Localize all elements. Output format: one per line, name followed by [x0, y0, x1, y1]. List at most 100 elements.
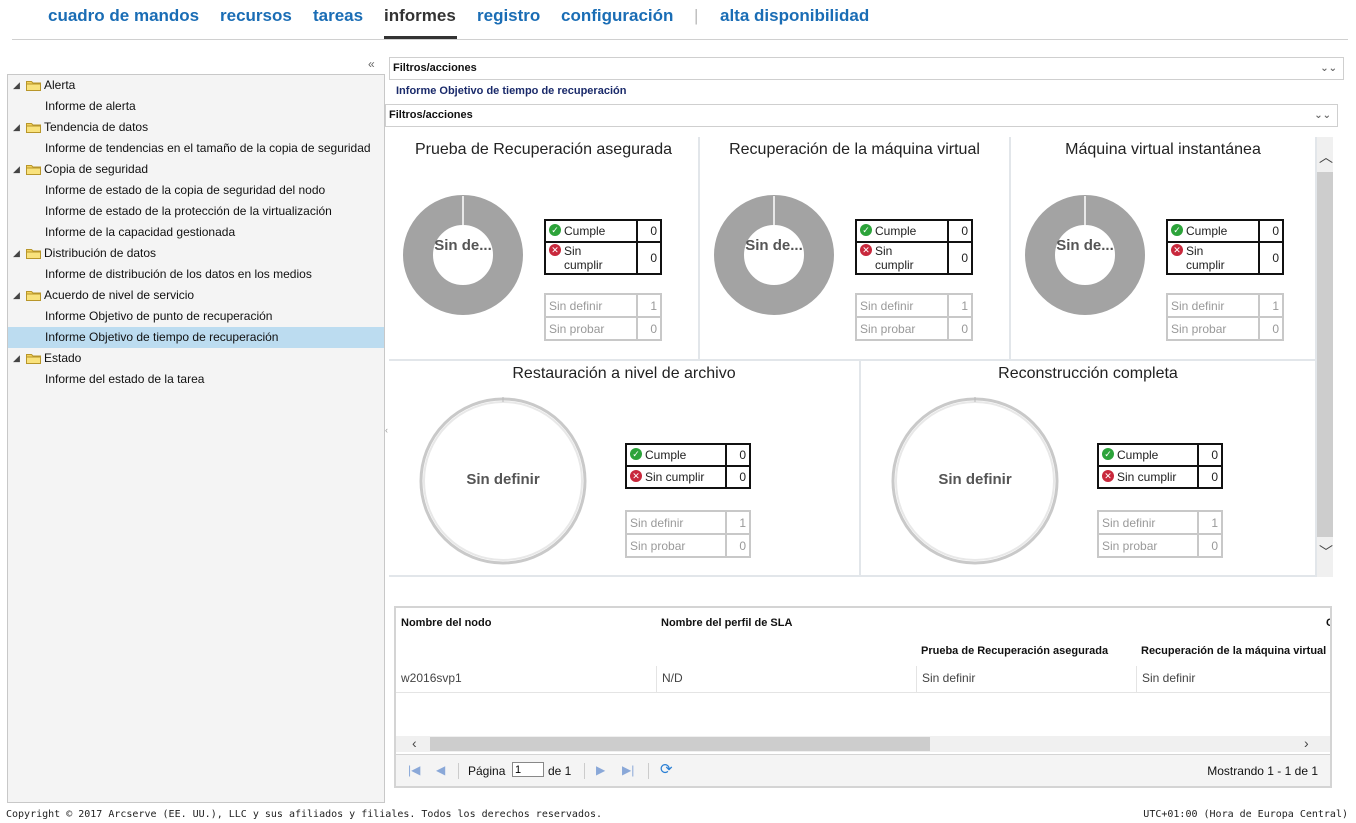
undefined-untested-table: Sin definir 1 Sin probar 0 [1097, 510, 1223, 558]
prev-page-icon[interactable]: ◀ [436, 763, 445, 777]
sin-probar-count: 0 [1197, 533, 1223, 558]
next-page-icon[interactable]: ▶ [596, 763, 605, 777]
row-sin-cumplir[interactable]: ✕ Sin cumplir 0 [625, 465, 751, 489]
nav-reports[interactable]: informes [384, 6, 456, 26]
cross-icon: ✕ [1102, 470, 1114, 482]
scroll-thumb[interactable] [1317, 172, 1333, 537]
tree-folder-node[interactable]: ◢ Alerta [8, 75, 384, 96]
row-sin-probar[interactable]: Sin probar 0 [855, 316, 973, 341]
cumple-count: 0 [636, 219, 662, 243]
column-header-vm-recovery[interactable]: Recuperación de la máquina virtual [1141, 645, 1326, 657]
column-header-sla-profile[interactable]: Nombre del perfil de SLA [661, 617, 792, 629]
horizontal-scroll-thumb[interactable] [430, 737, 930, 751]
sin-definir-label: Sin definir [855, 293, 949, 318]
nav-separator: | [694, 6, 699, 25]
cumple-label: Cumple [645, 448, 687, 462]
page-number-input[interactable] [512, 762, 544, 777]
scroll-up-icon[interactable]: ︿ [1319, 147, 1333, 167]
row-sin-cumplir[interactable]: ✕ Sin cumplir 0 [544, 241, 662, 275]
tree-label: Informe de alerta [45, 99, 136, 113]
row-sin-probar[interactable]: Sin probar 0 [1166, 316, 1284, 341]
expand-arrow-icon[interactable]: ◢ [13, 348, 20, 369]
row-sin-definir[interactable]: Sin definir 1 [1097, 510, 1223, 535]
cumple-count: 0 [1258, 219, 1284, 243]
rto-results-grid: Nombre del nodo Nombre del perfil de SLA… [394, 606, 1332, 788]
row-sin-definir[interactable]: Sin definir 1 [1166, 293, 1284, 318]
charts-vertical-scrollbar[interactable]: ︿ ﹀ [1317, 137, 1333, 577]
tree-report-item[interactable]: Informe de estado de la protección de la… [8, 201, 384, 222]
scroll-left-icon[interactable]: ‹ [412, 735, 417, 751]
rto-charts-area: Prueba de Recuperación asegurada Sin de..… [389, 137, 1317, 577]
column-header-truncated[interactable]: C [1326, 617, 1330, 629]
column-divider [916, 666, 917, 692]
nav-resources[interactable]: recursos [220, 6, 292, 26]
expand-arrow-icon[interactable]: ◢ [13, 117, 20, 138]
pager-separator [584, 763, 585, 779]
column-header-node[interactable]: Nombre del nodo [401, 617, 491, 629]
row-cumple[interactable]: ✓ Cumple 0 [544, 219, 662, 243]
tree-report-item[interactable]: Informe del estado de la tarea [8, 369, 384, 390]
tree-folder-node[interactable]: ◢ Acuerdo de nivel de servicio [8, 285, 384, 306]
inner-filters-bar[interactable]: Filtros/acciones ⌄⌄ [385, 104, 1338, 127]
ring-center-label: Sin de... [434, 237, 492, 254]
pager-separator [648, 763, 649, 779]
compliance-table: ✓ Cumple 0 ✕ Sin cumplir 0 [625, 443, 751, 489]
row-cumple[interactable]: ✓ Cumple 0 [625, 443, 751, 467]
row-sin-cumplir[interactable]: ✕ Sin cumplir 0 [1097, 465, 1223, 489]
status-ring-chart[interactable] [1023, 193, 1147, 317]
tree-folder-node[interactable]: ◢ Estado [8, 348, 384, 369]
sin-probar-label: Sin probar [1097, 533, 1199, 558]
row-sin-cumplir[interactable]: ✕ Sin cumplir 0 [1166, 241, 1284, 275]
row-cumple[interactable]: ✓ Cumple 0 [855, 219, 973, 243]
tree-report-item[interactable]: Informe de la capacidad gestionada [8, 222, 384, 243]
refresh-icon[interactable]: ⟳ [660, 760, 673, 778]
scroll-down-icon[interactable]: ﹀ [1319, 542, 1333, 562]
status-ring-chart[interactable] [712, 193, 836, 317]
tree-label: Estado [44, 351, 82, 365]
nav-jobs[interactable]: tareas [313, 6, 363, 26]
tree-report-item[interactable]: Informe de tendencias en el tamaño de la… [8, 138, 384, 159]
collapse-sidebar-icon[interactable]: « [368, 58, 380, 70]
pager-separator [458, 763, 459, 779]
expand-arrow-icon[interactable]: ◢ [13, 243, 20, 264]
row-sin-probar[interactable]: Sin probar 0 [625, 533, 751, 558]
column-header-assured-recovery[interactable]: Prueba de Recuperación asegurada [921, 645, 1108, 657]
row-sin-probar[interactable]: Sin probar 0 [1097, 533, 1223, 558]
expand-filters-icon[interactable]: ⌄⌄ [1320, 58, 1337, 79]
panel-title: Recuperación de la máquina virtual [729, 141, 980, 158]
row-cumple[interactable]: ✓ Cumple 0 [1166, 219, 1284, 243]
sin-cumplir-label: Sin cumplir [564, 244, 603, 272]
expand-arrow-icon[interactable]: ◢ [13, 159, 20, 180]
tree-report-item[interactable]: Informe de estado de la copia de segurid… [8, 180, 384, 201]
nav-dashboard[interactable]: cuadro de mandos [48, 6, 199, 26]
cumple-count: 0 [725, 443, 751, 467]
scroll-right-icon[interactable]: › [1304, 735, 1309, 751]
tree-label: Informe de estado de la protección de la… [45, 204, 332, 218]
tree-report-item[interactable]: Informe Objetivo de punto de recuperació… [8, 306, 384, 327]
first-page-icon[interactable]: |◀ [408, 763, 420, 777]
last-page-icon[interactable]: ▶| [622, 763, 634, 777]
tree-report-item[interactable]: Informe Objetivo de tiempo de recuperaci… [8, 327, 384, 348]
row-sin-definir[interactable]: Sin definir 1 [625, 510, 751, 535]
status-ring-chart[interactable] [401, 193, 525, 317]
nav-settings[interactable]: configuración [561, 6, 673, 26]
row-sin-probar[interactable]: Sin probar 0 [544, 316, 662, 341]
row-sin-definir[interactable]: Sin definir 1 [544, 293, 662, 318]
nav-high-availability[interactable]: alta disponibilidad [720, 6, 869, 26]
tree-folder-node[interactable]: ◢ Copia de seguridad [8, 159, 384, 180]
row-sin-cumplir[interactable]: ✕ Sin cumplir 0 [855, 241, 973, 275]
tree-report-item[interactable]: Informe de alerta [8, 96, 384, 117]
outer-filters-bar[interactable]: Filtros/acciones ⌄⌄ [389, 57, 1344, 80]
nav-log[interactable]: registro [477, 6, 540, 26]
expand-arrow-icon[interactable]: ◢ [13, 75, 20, 96]
row-cumple[interactable]: ✓ Cumple 0 [1097, 443, 1223, 467]
tree-folder-node[interactable]: ◢ Distribución de datos [8, 243, 384, 264]
row-sin-definir[interactable]: Sin definir 1 [855, 293, 973, 318]
inner-filters-label: Filtros/acciones [389, 109, 473, 121]
tree-label: Tendencia de datos [44, 120, 149, 134]
tree-folder-node[interactable]: ◢ Tendencia de datos [8, 117, 384, 138]
tree-report-item[interactable]: Informe de distribución de los datos en … [8, 264, 384, 285]
expand-inner-filters-icon[interactable]: ⌄⌄ [1314, 105, 1331, 126]
expand-arrow-icon[interactable]: ◢ [13, 285, 20, 306]
grid-horizontal-scrollbar[interactable]: ‹ › [396, 735, 1330, 752]
